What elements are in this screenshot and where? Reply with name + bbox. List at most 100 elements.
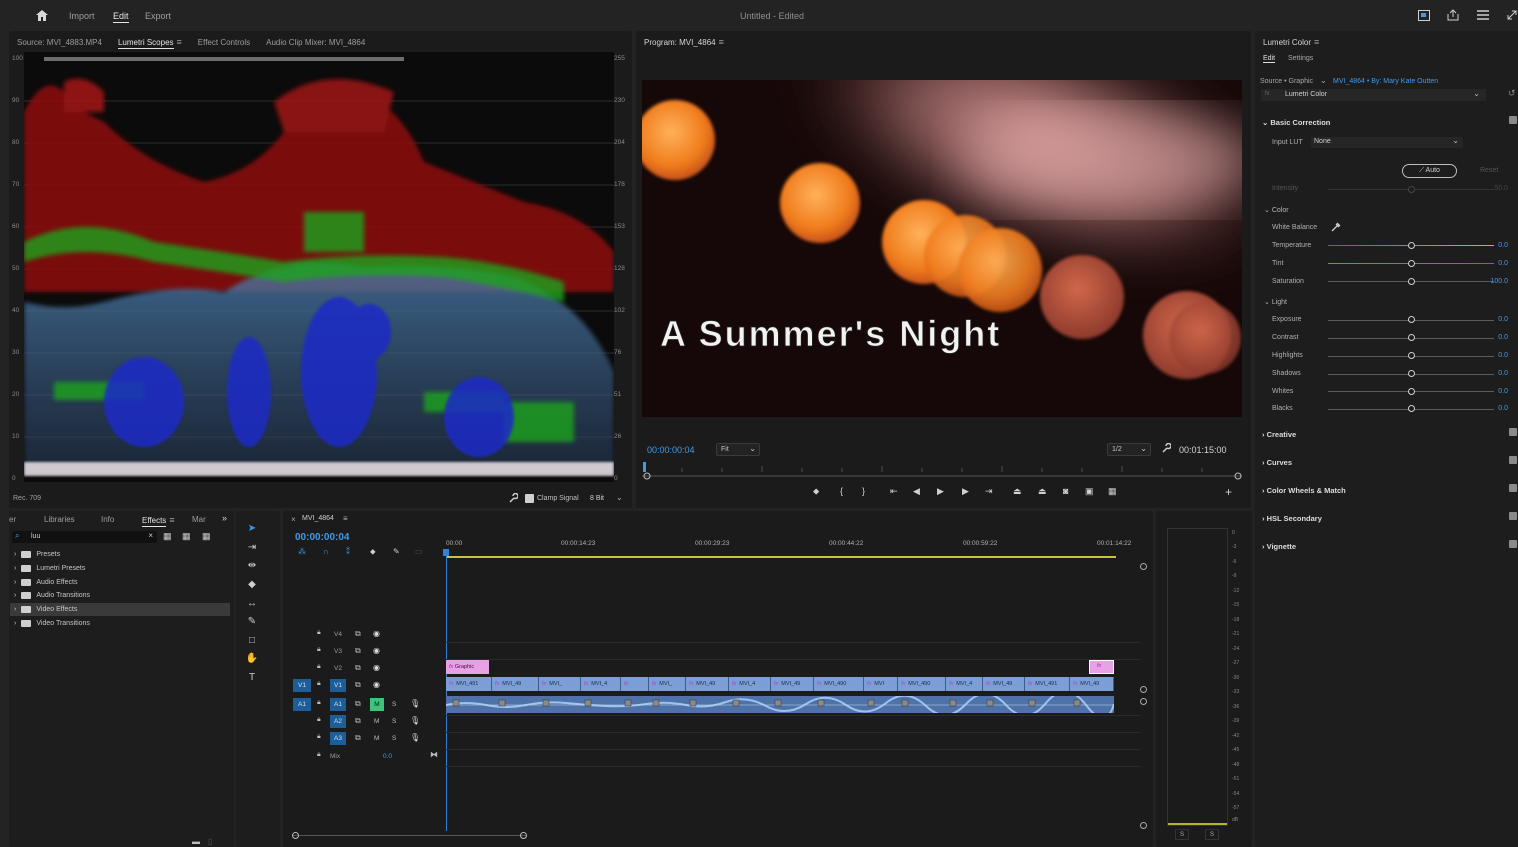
new-bin-icon[interactable]: ▬ (192, 837, 200, 846)
play-icon[interactable]: ▶ (937, 486, 944, 497)
close-sequence-icon[interactable]: × (291, 515, 296, 524)
video-clip[interactable]: fx MVI_4 (946, 677, 983, 691)
video-clip[interactable]: fx MVI_4 (729, 677, 771, 691)
panel-menu-icon[interactable]: ≡ (719, 37, 724, 47)
section-basic-correction[interactable]: ⌄ Basic Correction (1262, 118, 1330, 127)
lock-icon[interactable]: 🔒︎ (317, 646, 321, 654)
quick-export-icon[interactable] (1418, 10, 1430, 21)
reset-button[interactable]: Reset (1480, 167, 1498, 174)
source-patch-a1[interactable]: A1 (293, 698, 311, 711)
compare-icon[interactable]: ▣ (1085, 486, 1094, 497)
graphic-clip-end[interactable]: fx (1089, 660, 1114, 674)
playhead-handle[interactable] (443, 549, 449, 556)
tab-audio-clip-mixer[interactable]: Audio Clip Mixer: MVI_4864 (266, 38, 365, 47)
accelerated-effects-icon[interactable]: ▦ (163, 531, 172, 542)
microphone-icon[interactable]: 🎙︎ (410, 699, 420, 708)
section-light[interactable]: ⌄ Light (1264, 298, 1287, 306)
input-lut-select[interactable]: None ⌄ (1311, 136, 1463, 148)
clear-search-icon[interactable]: × (148, 531, 153, 540)
graphic-clip[interactable]: fx Graphic (446, 660, 489, 674)
add-marker-icon[interactable]: ⬥ (370, 547, 376, 557)
extract-icon[interactable]: ⏏ (1038, 486, 1047, 497)
effects-folder-video-transitions[interactable]: › Video Transitions (10, 617, 230, 630)
meter-solo-left[interactable]: S (1175, 829, 1189, 840)
timeline-settings-icon[interactable]: ✎ (393, 547, 400, 556)
mark-in-icon[interactable]: { (840, 486, 843, 496)
fit-select[interactable]: Fit ⌄ (716, 443, 760, 456)
video-clip[interactable]: fx MVI_4 (581, 677, 621, 691)
mute-button-a3[interactable]: M (374, 735, 379, 742)
track-select-tool-icon[interactable]: ⇥ (245, 541, 259, 555)
lock-icon[interactable]: 🔒︎ (317, 680, 321, 688)
fullscreen-icon[interactable] (1506, 9, 1518, 21)
curves-toggle[interactable] (1509, 456, 1517, 464)
mute-button-a1[interactable]: M (370, 698, 384, 711)
mix-expand-icon[interactable]: ⧓ (430, 750, 438, 759)
home-icon[interactable] (36, 10, 48, 21)
pen-tool-icon[interactable]: ✎ (245, 615, 259, 629)
lumetri-source-clip[interactable]: MVI_4864 • By: Mary Kate Outten (1333, 78, 1438, 85)
source-patch-v1[interactable]: V1 (293, 679, 311, 692)
whites-slider-knob[interactable] (1408, 388, 1415, 395)
mute-button-a2[interactable]: M (374, 718, 379, 725)
video-clip[interactable]: fx MVI_490 (898, 677, 946, 691)
track-label-v4[interactable]: V4 (334, 631, 342, 638)
tab-project[interactable]: er (9, 515, 16, 524)
intensity-slider-knob[interactable] (1408, 186, 1415, 193)
video-clip[interactable]: fx MVI_49 (1070, 677, 1114, 691)
hand-tool-icon[interactable]: ✋ (245, 652, 259, 666)
solo-button-a1[interactable]: S (392, 701, 396, 708)
video-clip[interactable]: fx (621, 677, 649, 691)
effects-search-input[interactable]: luu (31, 533, 40, 540)
track-label-v1[interactable]: V1 (330, 679, 346, 692)
color-wheels-toggle[interactable] (1509, 484, 1517, 492)
solo-button-a3[interactable]: S (392, 735, 396, 742)
section-color[interactable]: ⌄ Color (1264, 206, 1289, 214)
effects-folder-audio-transitions[interactable]: › Audio Transitions (10, 589, 230, 602)
sync-lock-icon[interactable]: ⧉ (355, 733, 361, 743)
type-tool-icon[interactable]: T (245, 671, 259, 685)
timeline-timecode[interactable]: 00:00:00:04 (295, 532, 349, 543)
video-clip[interactable]: fx MVI (864, 677, 898, 691)
section-color-wheels[interactable]: › Color Wheels & Match (1262, 486, 1346, 495)
tab-libraries[interactable]: Libraries (44, 515, 75, 524)
eye-icon[interactable]: ◉ (373, 663, 380, 672)
vignette-toggle[interactable] (1509, 540, 1517, 548)
effects-folder-audio-effects[interactable]: › Audio Effects (10, 576, 230, 589)
lock-icon[interactable]: 🔒︎ (317, 716, 321, 724)
vertical-scroll-handle[interactable] (1140, 698, 1147, 705)
blacks-slider-knob[interactable] (1408, 405, 1415, 412)
tab-export[interactable]: Export (145, 11, 171, 21)
go-to-out-icon[interactable]: ⇥ (985, 486, 993, 497)
ripple-edit-tool-icon[interactable]: ⇹ (245, 559, 259, 573)
magnet-icon[interactable]: ∩ (323, 547, 329, 556)
contrast-slider-knob[interactable] (1408, 334, 1415, 341)
mix-value[interactable]: 0.0 (383, 753, 392, 760)
hsl-secondary-toggle[interactable] (1509, 512, 1517, 520)
panel-menu-icon[interactable]: ≡ (177, 37, 182, 47)
effects-folder-lumetri-presets[interactable]: › Lumetri Presets (10, 562, 230, 575)
video-clip[interactable]: fx MVI_ (649, 677, 686, 691)
effects-folder-presets[interactable]: › Presets (10, 548, 230, 561)
eye-icon[interactable]: ◉ (373, 646, 380, 655)
panel-menu-icon[interactable]: ≡ (1314, 37, 1319, 47)
microphone-icon[interactable]: 🎙︎ (410, 733, 420, 742)
video-clip[interactable]: fx MVI_49 (771, 677, 814, 691)
video-clip[interactable]: fx MVI_491 (1025, 677, 1070, 691)
shadows-slider-knob[interactable] (1408, 370, 1415, 377)
eye-icon[interactable]: ◉ (373, 680, 380, 689)
tab-source[interactable]: Source: MVI_4883.MP4 (17, 38, 102, 47)
video-clip[interactable]: fx MVI_491 (446, 677, 492, 691)
step-back-icon[interactable]: ◀ (913, 486, 920, 497)
lumetri-effect-row[interactable]: fx Lumetri Color ⌄ (1261, 89, 1486, 101)
delete-icon[interactable]: ▯ (208, 837, 212, 846)
tab-info[interactable]: Info (101, 515, 114, 524)
lock-icon[interactable]: 🔒︎ (317, 699, 321, 707)
panel-menu-icon[interactable]: ≡ (169, 515, 174, 525)
lift-icon[interactable]: ⏏ (1013, 486, 1022, 497)
chevron-down-icon[interactable]: ⌄ (616, 493, 623, 502)
tab-edit[interactable]: Edit (113, 11, 129, 23)
sync-lock-icon[interactable]: ⧉ (355, 680, 361, 690)
menu-icon[interactable] (1477, 10, 1489, 20)
sync-lock-icon[interactable]: ⧉ (355, 699, 361, 709)
